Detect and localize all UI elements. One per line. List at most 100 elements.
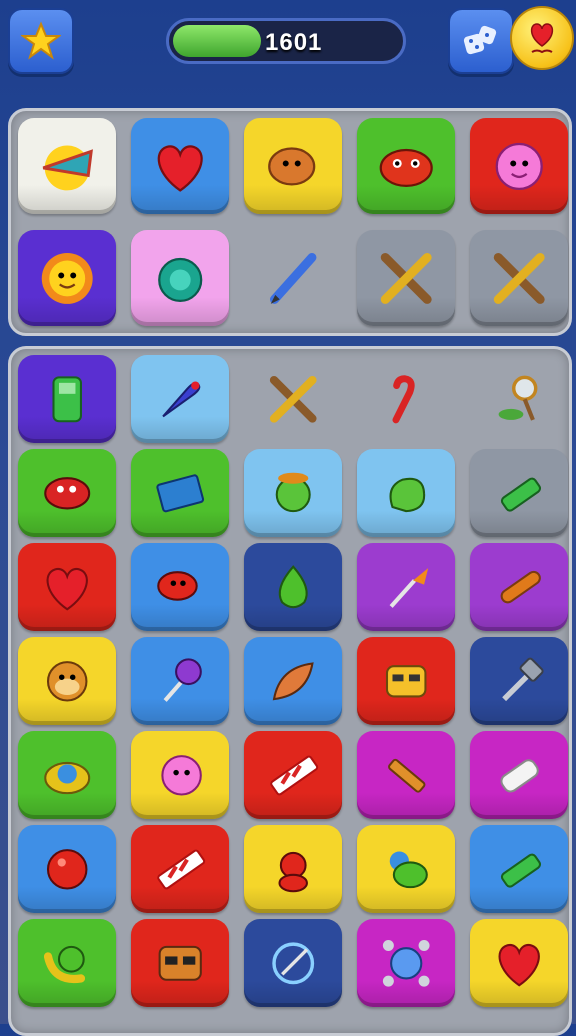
main-board-tile[interactable] bbox=[470, 355, 568, 443]
eraser-icon bbox=[500, 758, 539, 793]
main-board-tile[interactable] bbox=[244, 449, 342, 537]
bean-creature-icon bbox=[267, 146, 316, 186]
main-board-tile[interactable] bbox=[357, 449, 455, 537]
heart-icon bbox=[46, 567, 88, 611]
green-tube-icon bbox=[500, 477, 541, 512]
main-board-tile[interactable] bbox=[357, 355, 455, 443]
main-board-tile[interactable] bbox=[131, 637, 229, 725]
leaf-wand-icon bbox=[389, 567, 428, 608]
main-board-tile[interactable] bbox=[470, 825, 568, 913]
dice-icon bbox=[463, 25, 497, 55]
top-board-tile[interactable] bbox=[18, 230, 116, 326]
blue-gem-icon bbox=[44, 761, 90, 794]
dice-button[interactable] bbox=[448, 8, 514, 74]
top-tile-grid bbox=[18, 118, 568, 326]
main-board-tile[interactable] bbox=[18, 919, 116, 1007]
heart-icon bbox=[498, 943, 540, 987]
hammer-icon bbox=[501, 657, 544, 701]
main-board-tile[interactable] bbox=[131, 825, 229, 913]
top-board-tile[interactable] bbox=[357, 230, 455, 326]
candy-stick-icon bbox=[269, 755, 318, 796]
top-board-tile[interactable] bbox=[244, 118, 342, 214]
heart-icon bbox=[157, 144, 203, 192]
turtle-icon bbox=[157, 257, 203, 302]
main-board-tile[interactable] bbox=[131, 355, 229, 443]
main-board bbox=[8, 346, 572, 1036]
heart-face-icon bbox=[530, 23, 554, 54]
crossed-pencil-icon bbox=[380, 252, 432, 304]
main-board-tile[interactable] bbox=[357, 825, 455, 913]
pencil-icon bbox=[269, 252, 317, 304]
main-board-tile[interactable] bbox=[244, 731, 342, 819]
star-icon bbox=[21, 21, 61, 60]
green-tube-icon bbox=[500, 853, 541, 888]
main-board-tile[interactable] bbox=[244, 825, 342, 913]
score-progress-fill bbox=[173, 25, 262, 57]
main-board-tile[interactable] bbox=[131, 543, 229, 631]
pencil-stub-icon bbox=[387, 758, 426, 793]
main-board-tile[interactable] bbox=[470, 919, 568, 1007]
red-ball-icon bbox=[46, 848, 88, 890]
feather-icon bbox=[272, 661, 314, 701]
main-board-tile[interactable] bbox=[18, 449, 116, 537]
main-board-tile[interactable] bbox=[470, 543, 568, 631]
cane-icon bbox=[392, 374, 415, 424]
main-board-tile[interactable] bbox=[470, 449, 568, 537]
main-board-tile[interactable] bbox=[18, 543, 116, 631]
main-board-tile[interactable] bbox=[244, 919, 342, 1007]
top-board-tile[interactable] bbox=[244, 230, 342, 326]
cone-sun-icon bbox=[42, 145, 93, 190]
main-board-tile[interactable] bbox=[244, 543, 342, 631]
lollipop-icon bbox=[163, 658, 202, 702]
sausage-icon bbox=[500, 570, 541, 604]
main-board-tile[interactable] bbox=[244, 355, 342, 443]
top-board-tile[interactable] bbox=[131, 118, 229, 214]
main-board-tile[interactable] bbox=[244, 637, 342, 725]
monkey-face-icon bbox=[46, 660, 88, 702]
main-board-tile[interactable] bbox=[357, 637, 455, 725]
crossed-pencil-icon bbox=[493, 252, 545, 304]
rocket-icon bbox=[162, 381, 201, 417]
main-tile-grid bbox=[18, 355, 568, 1007]
score-value: 1601 bbox=[265, 29, 323, 56]
main-board-tile[interactable] bbox=[18, 825, 116, 913]
main-board-tile[interactable] bbox=[357, 919, 455, 1007]
main-board-tile[interactable] bbox=[18, 731, 116, 819]
red-teddy-icon bbox=[278, 851, 308, 892]
top-board-tile[interactable] bbox=[357, 118, 455, 214]
green-blob-icon bbox=[389, 477, 425, 512]
main-board-tile[interactable] bbox=[131, 449, 229, 537]
top-board-tile[interactable] bbox=[470, 118, 568, 214]
pink-blob-icon bbox=[495, 142, 543, 190]
red-bean-icon bbox=[157, 570, 198, 601]
pink-ball-icon bbox=[161, 754, 202, 796]
compass-icon bbox=[272, 942, 314, 984]
sunglasses-face-icon bbox=[158, 945, 202, 981]
green-frog-icon bbox=[275, 472, 311, 512]
main-board-tile[interactable] bbox=[131, 919, 229, 1007]
main-board-tile[interactable] bbox=[357, 731, 455, 819]
main-board-tile[interactable] bbox=[131, 731, 229, 819]
top-board bbox=[8, 108, 572, 336]
main-board-tile[interactable] bbox=[18, 355, 116, 443]
banana-orb-icon bbox=[43, 945, 85, 983]
main-board-tile[interactable] bbox=[357, 543, 455, 631]
avatar-button[interactable] bbox=[510, 6, 574, 70]
top-board-tile[interactable] bbox=[470, 230, 568, 326]
star-button[interactable] bbox=[8, 8, 74, 74]
sun-face-icon bbox=[41, 252, 93, 304]
main-board-tile[interactable] bbox=[18, 637, 116, 725]
candy-stick-icon bbox=[156, 849, 205, 890]
book-icon bbox=[156, 474, 204, 512]
main-board-tile[interactable] bbox=[470, 731, 568, 819]
robot-face-icon bbox=[385, 664, 427, 698]
top-hud: 1601 bbox=[0, 0, 576, 90]
blue-robot-icon bbox=[382, 939, 430, 987]
red-fish-icon bbox=[379, 148, 433, 187]
main-board-tile[interactable] bbox=[470, 637, 568, 725]
magnifier-leaf-icon bbox=[498, 375, 538, 421]
green-gourd-icon bbox=[389, 851, 428, 888]
top-board-tile[interactable] bbox=[131, 230, 229, 326]
top-board-tile[interactable] bbox=[18, 118, 116, 214]
red-bug-icon bbox=[44, 476, 90, 510]
